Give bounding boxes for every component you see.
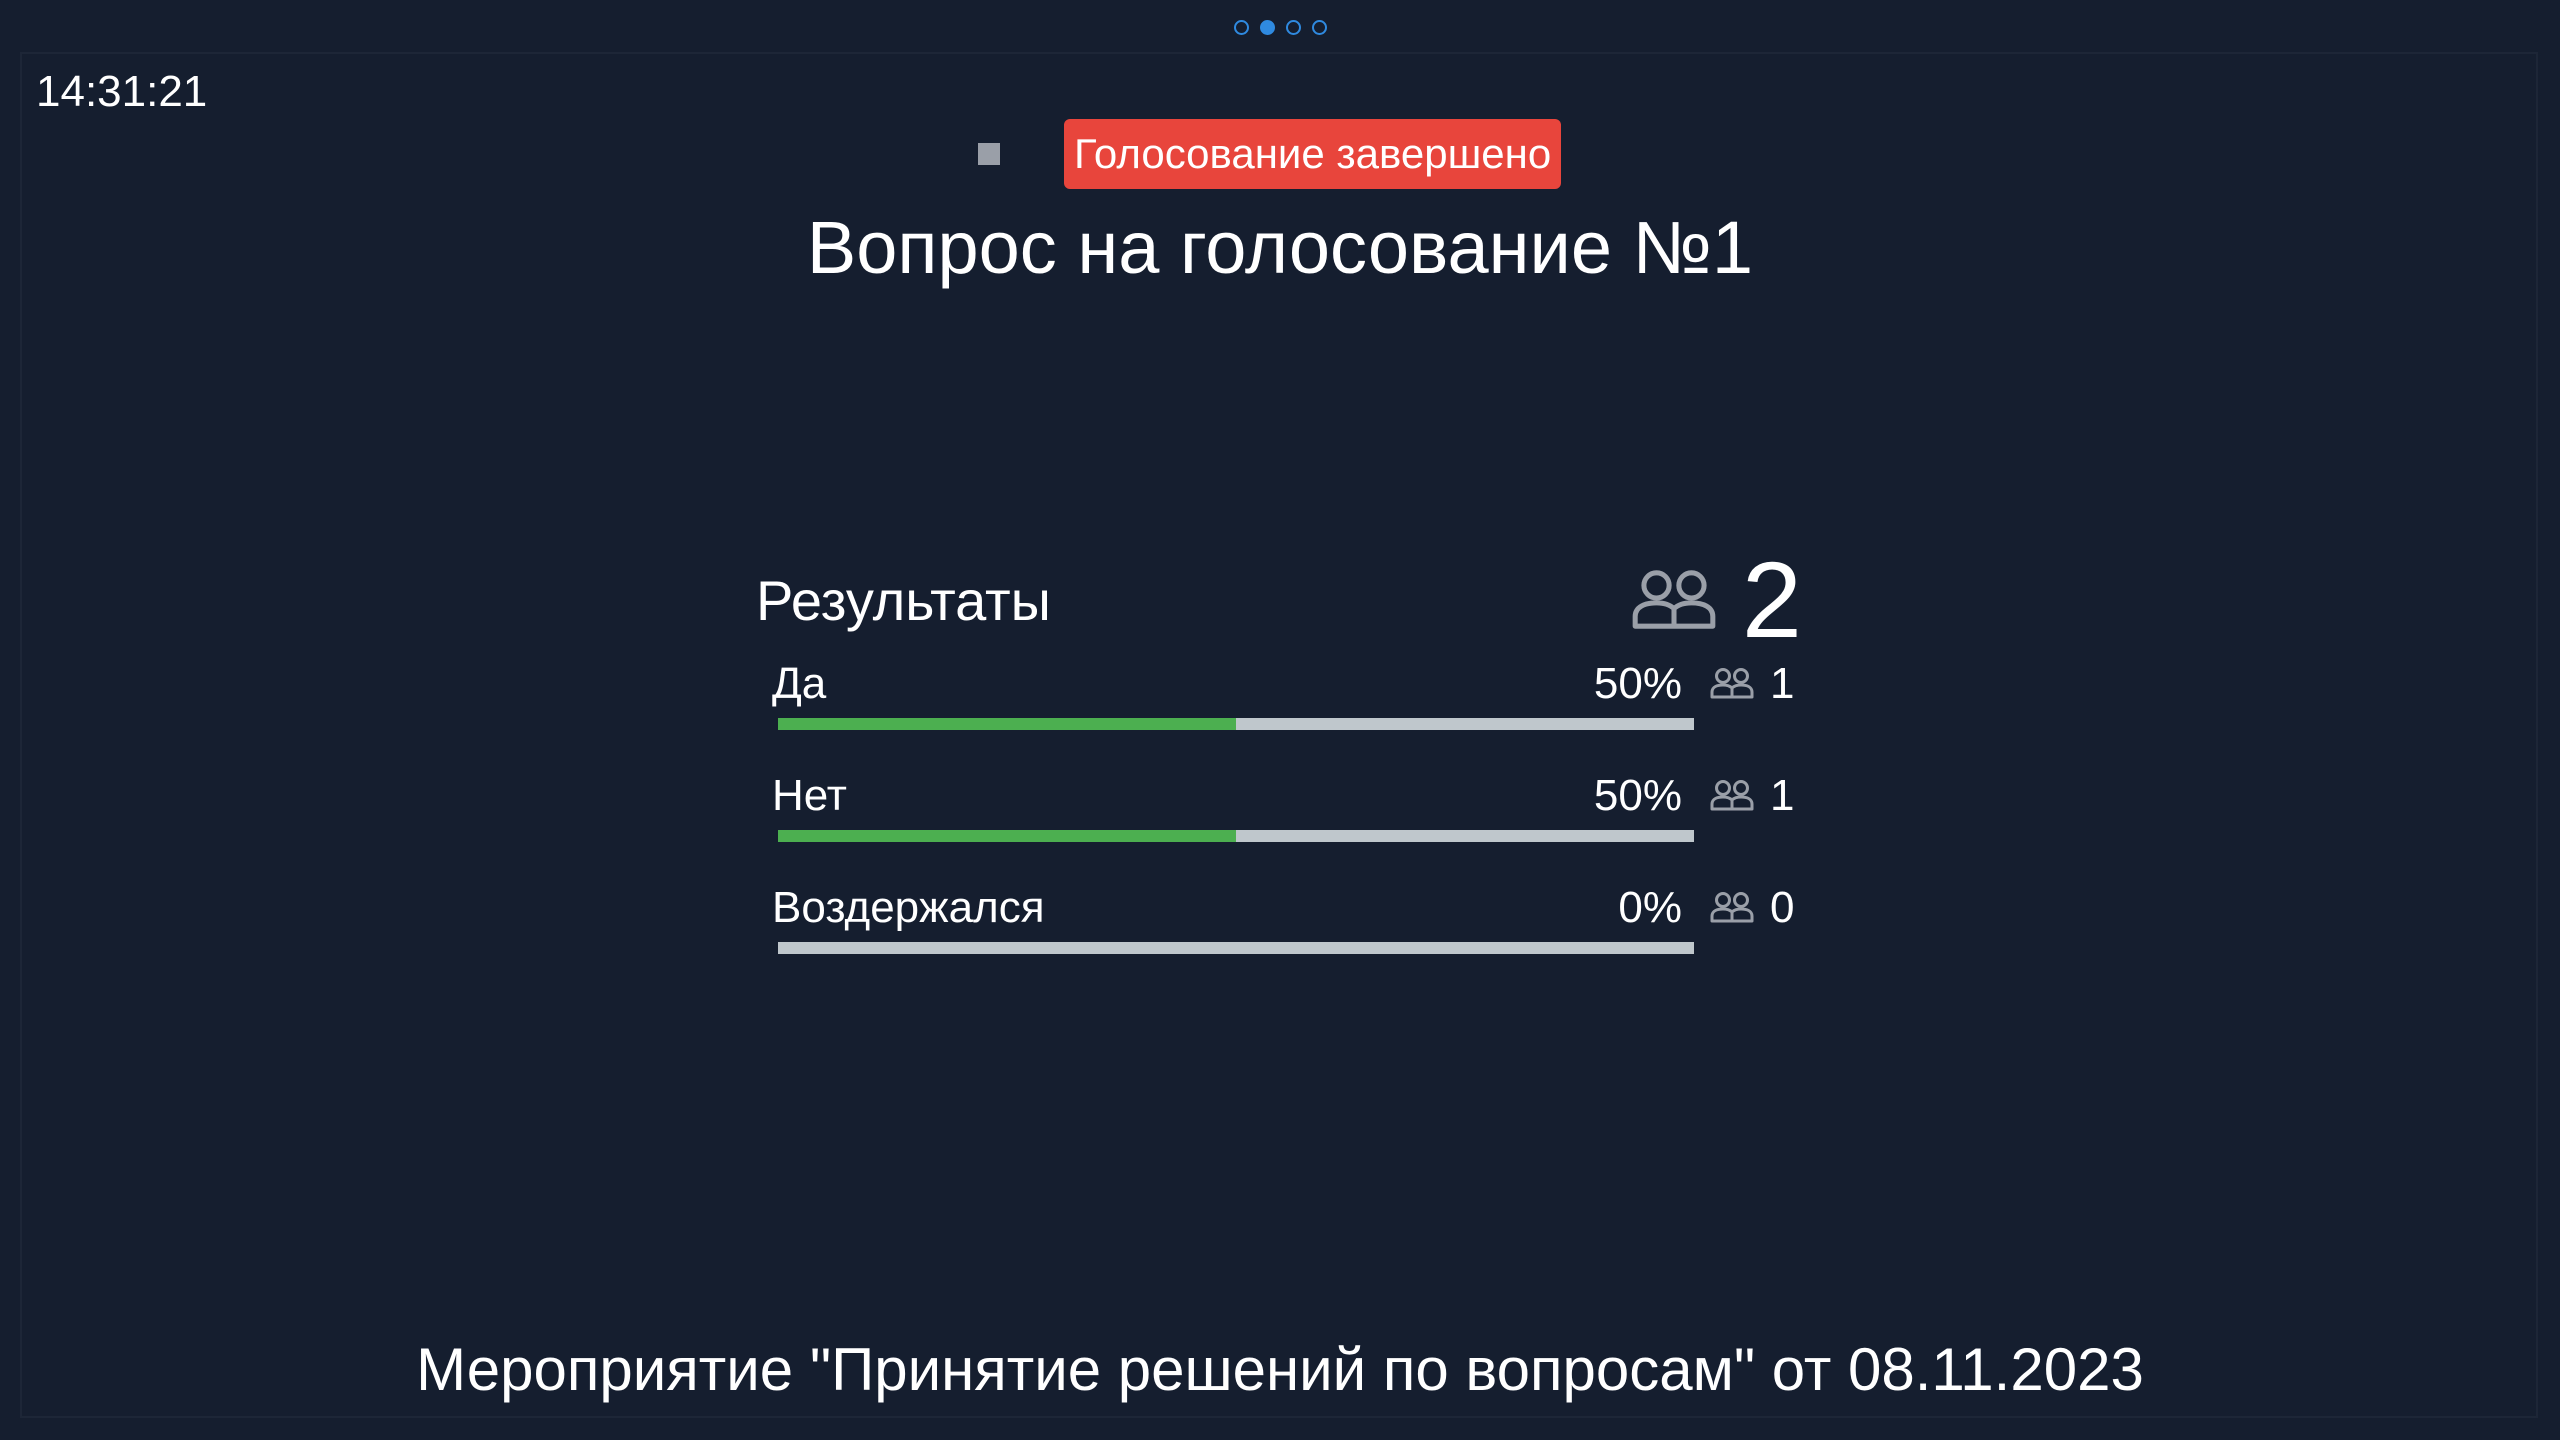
result-option: Воздержался 0% 0: [756, 876, 1808, 988]
option-percent: 0%: [1618, 883, 1682, 932]
people-icon: [1632, 570, 1716, 629]
voting-screen: 14:31:21 Голосование завершено Вопрос на…: [0, 0, 2560, 1440]
option-percent: 50%: [1593, 771, 1682, 820]
result-bar-fill: [778, 718, 1236, 730]
page-dot-1[interactable]: [1233, 20, 1249, 35]
option-label: Да: [772, 659, 827, 708]
option-label: Нет: [772, 771, 847, 820]
results-panel: Результаты 2 Да 50% 1 Нет 50% 1 Воздержа…: [756, 540, 1808, 988]
page-dot-3[interactable]: [1285, 20, 1301, 35]
results-header: Результаты 2: [756, 540, 1808, 656]
option-percent: 50%: [1593, 659, 1682, 708]
status-badge: Голосование завершено: [1064, 119, 1562, 189]
page-dot-4[interactable]: [1311, 20, 1327, 35]
result-bar-fill: [778, 830, 1236, 842]
result-option: Нет 50% 1: [756, 764, 1808, 876]
people-icon: [1710, 892, 1754, 923]
page-indicator: [0, 20, 2560, 35]
clock: 14:31:21: [36, 67, 208, 116]
result-bar: [778, 942, 1694, 954]
stop-square-icon: [978, 143, 1000, 165]
result-bar: [778, 830, 1694, 842]
option-count: 0: [1770, 883, 1795, 932]
question-title: Вопрос на голосование №1: [806, 206, 1754, 289]
option-count: 1: [1770, 659, 1795, 708]
option-count: 1: [1770, 771, 1795, 820]
total-voters-count: 2: [1741, 539, 1802, 660]
option-label: Воздержался: [772, 883, 1045, 932]
result-bar: [778, 718, 1694, 730]
people-icon: [1710, 780, 1754, 811]
voting-status: Голосование завершено: [0, 118, 2560, 190]
page-dot-2[interactable]: [1259, 20, 1275, 35]
results-title: Результаты: [756, 569, 1051, 632]
result-option: Да 50% 1: [756, 652, 1808, 764]
event-footer: Мероприятие "Принятие решений по вопроса…: [416, 1336, 2144, 1403]
people-icon: [1710, 668, 1754, 699]
